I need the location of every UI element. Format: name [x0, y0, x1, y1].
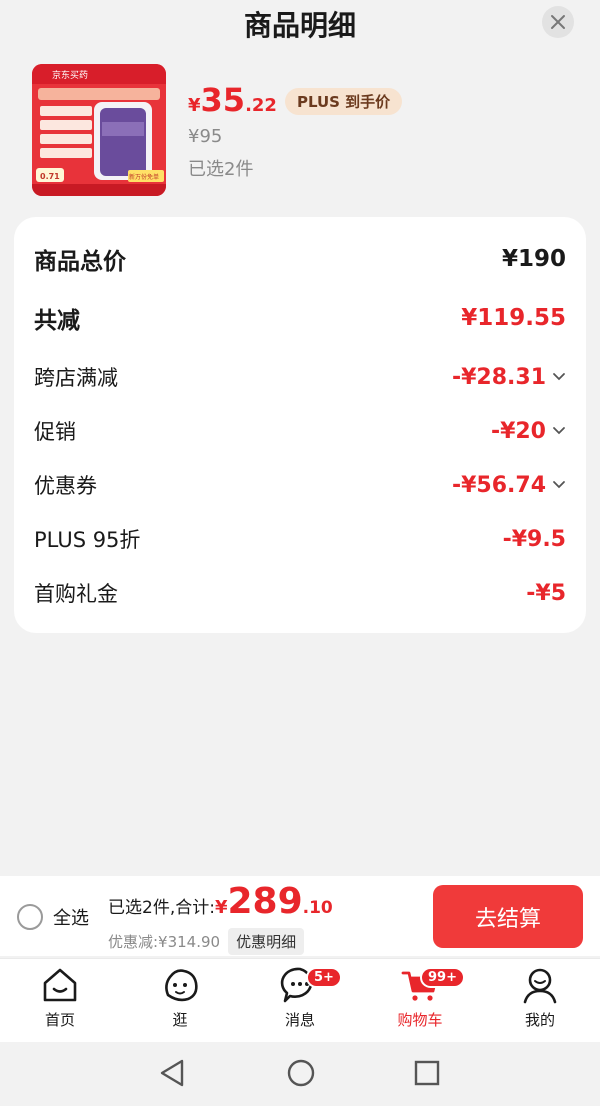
- system-navigation-bar: [0, 1042, 600, 1106]
- summary-value: -¥28.31: [451, 364, 546, 390]
- select-all-label[interactable]: 全选: [53, 904, 89, 930]
- summary-value: ¥190: [501, 246, 566, 272]
- chevron-down-icon[interactable]: [552, 372, 566, 382]
- summary-row-total-discount: 共减 ¥119.55: [34, 298, 566, 338]
- tab-messages[interactable]: 消息 5+: [260, 965, 342, 1030]
- total-integer: 289: [227, 881, 303, 922]
- price-decimal: .22: [245, 95, 277, 116]
- product-detail-header: 商品明细 京东买药 0.71 新万份免单 ¥ 35 .22 PLUS 到手价 ¥…: [0, 0, 600, 210]
- total-amount: 已选2件,合计: ¥ 289 .10: [108, 884, 333, 920]
- tab-label: 购物车: [397, 1011, 443, 1029]
- message-badge: 5+: [306, 967, 342, 988]
- tab-cart[interactable]: 购物车 99+: [380, 965, 465, 1030]
- discount-line: 优惠减:¥314.90 优惠明细: [108, 928, 305, 955]
- thumb-promo-text: 新万份免单: [129, 173, 159, 181]
- thumb-brand-text: 京东买药: [52, 69, 88, 81]
- plus-price-badge: PLUS 到手价: [284, 88, 403, 115]
- total-label: 已选2件,合计:: [108, 898, 215, 918]
- bottom-tab-bar: 首页 逛 消息 5+ 购物车 99+ 我的: [0, 958, 600, 1042]
- summary-value: -¥9.5: [502, 526, 566, 552]
- select-all-radio[interactable]: [17, 904, 43, 930]
- tab-label: 首页: [44, 1011, 75, 1029]
- summary-row-cross-store[interactable]: 跨店满减 -¥28.31: [34, 357, 566, 397]
- recents-square-icon: [414, 1060, 440, 1086]
- discount-text: 优惠减:¥314.90: [108, 933, 221, 951]
- checkout-button[interactable]: 去结算: [433, 885, 583, 948]
- summary-value: -¥5: [526, 580, 566, 606]
- tab-home[interactable]: 首页: [20, 965, 100, 1030]
- summary-label: 商品总价: [34, 249, 126, 275]
- chevron-down-icon[interactable]: [552, 426, 566, 436]
- home-circle-icon: [287, 1059, 315, 1087]
- checkout-bar: 全选 已选2件,合计: ¥ 289 .10 优惠减:¥314.90 优惠明细 去…: [0, 876, 600, 956]
- chevron-down-icon[interactable]: [552, 480, 566, 490]
- total-symbol: ¥: [214, 897, 228, 918]
- summary-row-first-purchase: 首购礼金 -¥5: [34, 573, 566, 613]
- summary-row-promotion[interactable]: 促销 -¥20: [34, 411, 566, 451]
- profile-icon: [523, 968, 557, 1004]
- product-price: ¥ 35 .22 PLUS 到手价: [188, 81, 403, 119]
- price-integer: 35: [200, 81, 246, 119]
- price-symbol: ¥: [188, 95, 201, 116]
- summary-label: 优惠券: [34, 474, 97, 498]
- home-button[interactable]: [286, 1058, 316, 1092]
- summary-value: ¥119.55: [461, 305, 566, 331]
- summary-row-total: 商品总价 ¥190: [34, 239, 566, 279]
- tab-stroll[interactable]: 逛: [140, 965, 220, 1030]
- close-icon: [551, 15, 565, 29]
- total-decimal: .10: [302, 898, 333, 918]
- price-summary-card: 商品总价 ¥190 共减 ¥119.55 跨店满减 -¥28.31 促销 -¥2…: [14, 217, 586, 633]
- summary-row-coupon[interactable]: 优惠券 -¥56.74: [34, 465, 566, 505]
- recents-button[interactable]: [413, 1058, 441, 1092]
- summary-label: 促销: [34, 420, 76, 444]
- page-title: 商品明细: [243, 9, 356, 42]
- summary-label: PLUS 95折: [34, 528, 141, 552]
- product-thumbnail[interactable]: 京东买药 0.71 新万份免单: [32, 64, 166, 196]
- home-icon: [43, 968, 77, 1002]
- back-triangle-icon: [160, 1059, 184, 1087]
- tab-profile[interactable]: 我的: [500, 965, 580, 1030]
- tab-label: 消息: [284, 1011, 315, 1029]
- summary-value: -¥20: [490, 418, 546, 444]
- discount-detail-button[interactable]: 优惠明细: [228, 928, 305, 955]
- summary-row-plus-discount: PLUS 95折 -¥9.5: [34, 519, 566, 559]
- original-price: ¥95: [188, 126, 223, 147]
- tab-label: 逛: [172, 1011, 188, 1029]
- stroll-icon: [165, 969, 198, 1002]
- back-button[interactable]: [158, 1058, 186, 1092]
- thumb-price-text: 0.71: [40, 172, 60, 181]
- tab-label: 我的: [524, 1011, 555, 1029]
- summary-label: 首购礼金: [34, 582, 118, 606]
- summary-label: 跨店满减: [34, 366, 118, 390]
- cart-badge: 99+: [420, 967, 465, 988]
- summary-value: -¥56.74: [451, 472, 546, 498]
- selected-quantity: 已选2件: [188, 159, 254, 180]
- close-button[interactable]: [542, 6, 574, 38]
- summary-label: 共减: [34, 308, 80, 334]
